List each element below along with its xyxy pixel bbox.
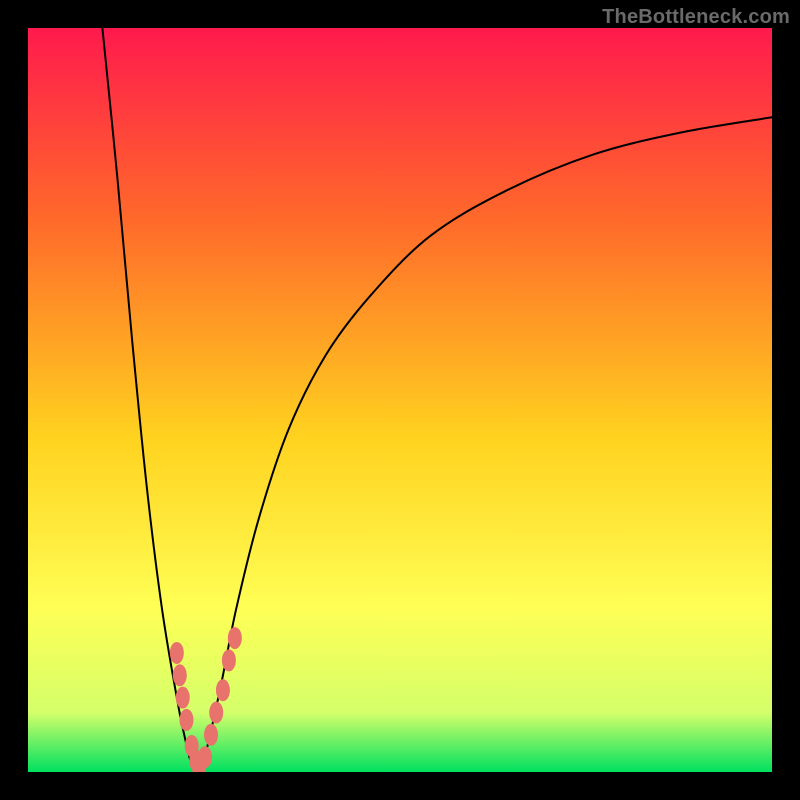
data-point [173,664,187,686]
data-point [170,642,184,664]
plot-area [28,28,772,772]
data-point [222,649,236,671]
data-point [216,679,230,701]
data-point [204,724,218,746]
data-point [176,687,190,709]
chart-frame: TheBottleneck.com [0,0,800,800]
chart-svg [28,28,772,772]
data-point [179,709,193,731]
data-point [228,627,242,649]
gradient-background [28,28,772,772]
watermark-text: TheBottleneck.com [602,6,790,29]
data-point [198,746,212,768]
data-point [209,701,223,723]
